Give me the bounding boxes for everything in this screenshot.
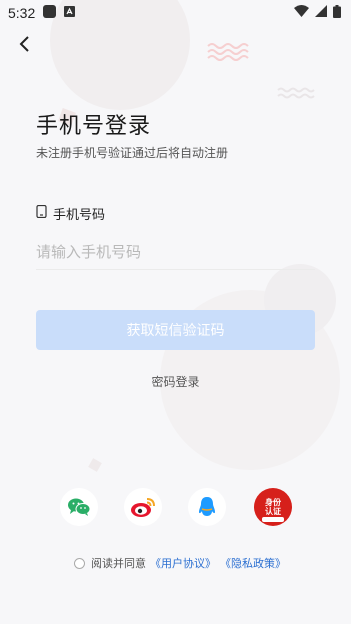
privacy-policy-link[interactable]: 《隐私政策》 xyxy=(220,555,286,571)
phone-field-label: 手机号码 xyxy=(36,204,105,223)
identity-verification-icon: 身份 认证 xyxy=(255,489,291,525)
qq-icon xyxy=(199,497,215,516)
weibo-icon xyxy=(131,498,155,517)
status-bar: 5:32 xyxy=(0,0,351,26)
signal-icon xyxy=(315,5,327,21)
agreement-checkbox[interactable] xyxy=(74,557,85,569)
agreement-prefix: 阅读并同意 xyxy=(91,557,146,570)
notification-app-icon xyxy=(43,4,57,22)
mobile-phone-icon xyxy=(36,204,47,222)
status-time: 5:32 xyxy=(8,5,36,21)
battery-icon xyxy=(333,4,341,22)
wechat-login-button[interactable] xyxy=(60,488,98,526)
user-agreement-link[interactable]: 《用户协议》 xyxy=(150,555,216,571)
qq-login-button[interactable] xyxy=(188,488,226,526)
svg-text:认证: 认证 xyxy=(265,506,281,516)
wechat-icon xyxy=(68,498,91,516)
page-subtitle: 未注册手机号验证通过后将自动注册 xyxy=(36,146,229,160)
svg-text:身份: 身份 xyxy=(265,497,282,507)
get-sms-code-button[interactable]: 获取短信验证码 xyxy=(36,310,315,350)
identity-verification-login-button[interactable]: 身份 认证 xyxy=(254,488,292,526)
phone-label-text: 手机号码 xyxy=(53,208,106,223)
password-login-link[interactable]: 密码登录 xyxy=(0,373,351,390)
wifi-icon xyxy=(294,5,309,21)
notification-text-icon xyxy=(64,5,76,21)
back-button[interactable] xyxy=(10,30,38,58)
phone-number-input[interactable] xyxy=(36,234,315,270)
page-title: 手机号登录 xyxy=(36,114,152,139)
chevron-left-icon xyxy=(19,36,29,52)
agreement-row: 阅读并同意 《用户协议》 《隐私政策》 xyxy=(74,555,286,571)
weibo-login-button[interactable] xyxy=(124,488,162,526)
